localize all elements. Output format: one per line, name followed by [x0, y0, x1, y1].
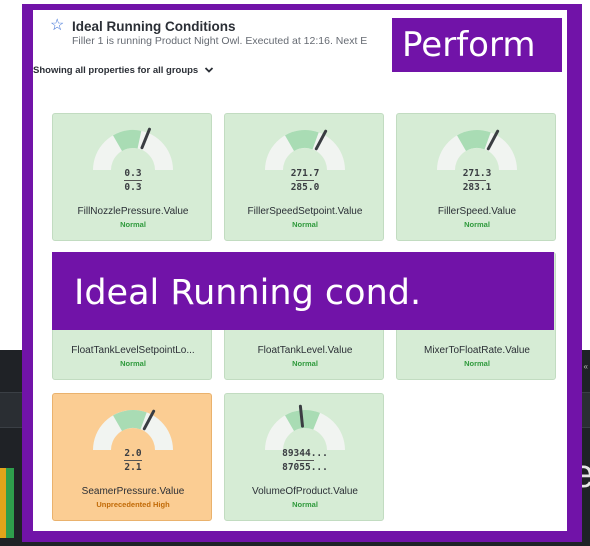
gauge-tile-filler-speed-setpoint[interactable]: 271.7 285.0 FillerSpeedSetpoint.Value Norma…: [224, 113, 384, 241]
status-label: Normal: [464, 220, 490, 229]
gauge-target-value: 285.0: [290, 182, 320, 193]
property-name: MixerToFloatRate.Value: [424, 345, 530, 356]
gauge-current-value: 271.3: [462, 168, 492, 179]
ideal-running-banner: Ideal Running cond.: [52, 252, 554, 330]
gauge-current-value: 271.7: [290, 168, 320, 179]
status-label: Normal: [120, 359, 146, 368]
gauge-tile-fill-nozzle-pressure[interactable]: 0.3 0.3 FillNozzlePressure.Value Normal: [52, 113, 212, 241]
gauge-value-divider: [296, 460, 314, 461]
property-name: FillerSpeedSetpoint.Value: [247, 206, 363, 217]
property-name: FillNozzlePressure.Value: [77, 206, 189, 217]
gauge-tile-filler-speed[interactable]: 271.3 283.1 FillerSpeed.Value Normal: [396, 113, 556, 241]
gauge-current-value: 0.3: [124, 168, 142, 179]
gauge-needle: [298, 404, 304, 428]
status-label: Normal: [464, 359, 490, 368]
page-title: Ideal Running Conditions: [72, 19, 236, 34]
status-label: Normal: [120, 220, 146, 229]
property-name: FloatTankLevel.Value: [257, 345, 353, 356]
groups-filter-dropdown[interactable]: Showing all properties for all groups: [33, 62, 214, 78]
gauge-value-divider: [296, 180, 314, 181]
groups-filter-label: Showing all properties for all groups: [33, 64, 199, 76]
background-accent-green: [6, 468, 14, 538]
gauge-target-value: 87055...: [282, 462, 328, 473]
star-outline-icon[interactable]: ☆: [50, 18, 64, 34]
chevron-down-icon: [205, 67, 214, 73]
status-label: Normal: [292, 359, 318, 368]
status-label: Unprecedented High: [96, 500, 170, 509]
status-label: Normal: [292, 500, 318, 509]
gauge-target-value: 283.1: [462, 182, 492, 193]
gauge-value-divider: [124, 180, 142, 181]
gauge-tile-volume-of-product[interactable]: 89344... 87055... VolumeOfProduct.Value Nor…: [224, 393, 384, 521]
gauge-current-value: 89344...: [282, 448, 328, 459]
perform-banner: Perform: [392, 18, 562, 72]
property-name: FillerSpeed.Value: [437, 206, 517, 217]
background-collapse-icon: «: [583, 362, 588, 371]
gauge-value-divider: [468, 180, 486, 181]
property-name: VolumeOfProduct.Value: [252, 486, 358, 497]
gauge-tile-seamer-pressure[interactable]: 2.0 2.1 SeamerPressure.Value Unprecedented …: [52, 393, 212, 521]
page-subtitle: Filler 1 is running Product Night Owl. E…: [72, 35, 368, 47]
gauge-current-value: 2.0: [124, 448, 142, 459]
property-name: FloatTankLevelSetpointLo...: [71, 345, 195, 356]
property-name: SeamerPressure.Value: [81, 486, 185, 497]
status-label: Normal: [292, 220, 318, 229]
gauge-target-value: 0.3: [124, 182, 142, 193]
gauge-value-divider: [124, 460, 142, 461]
gauge-target-value: 2.1: [124, 462, 142, 473]
